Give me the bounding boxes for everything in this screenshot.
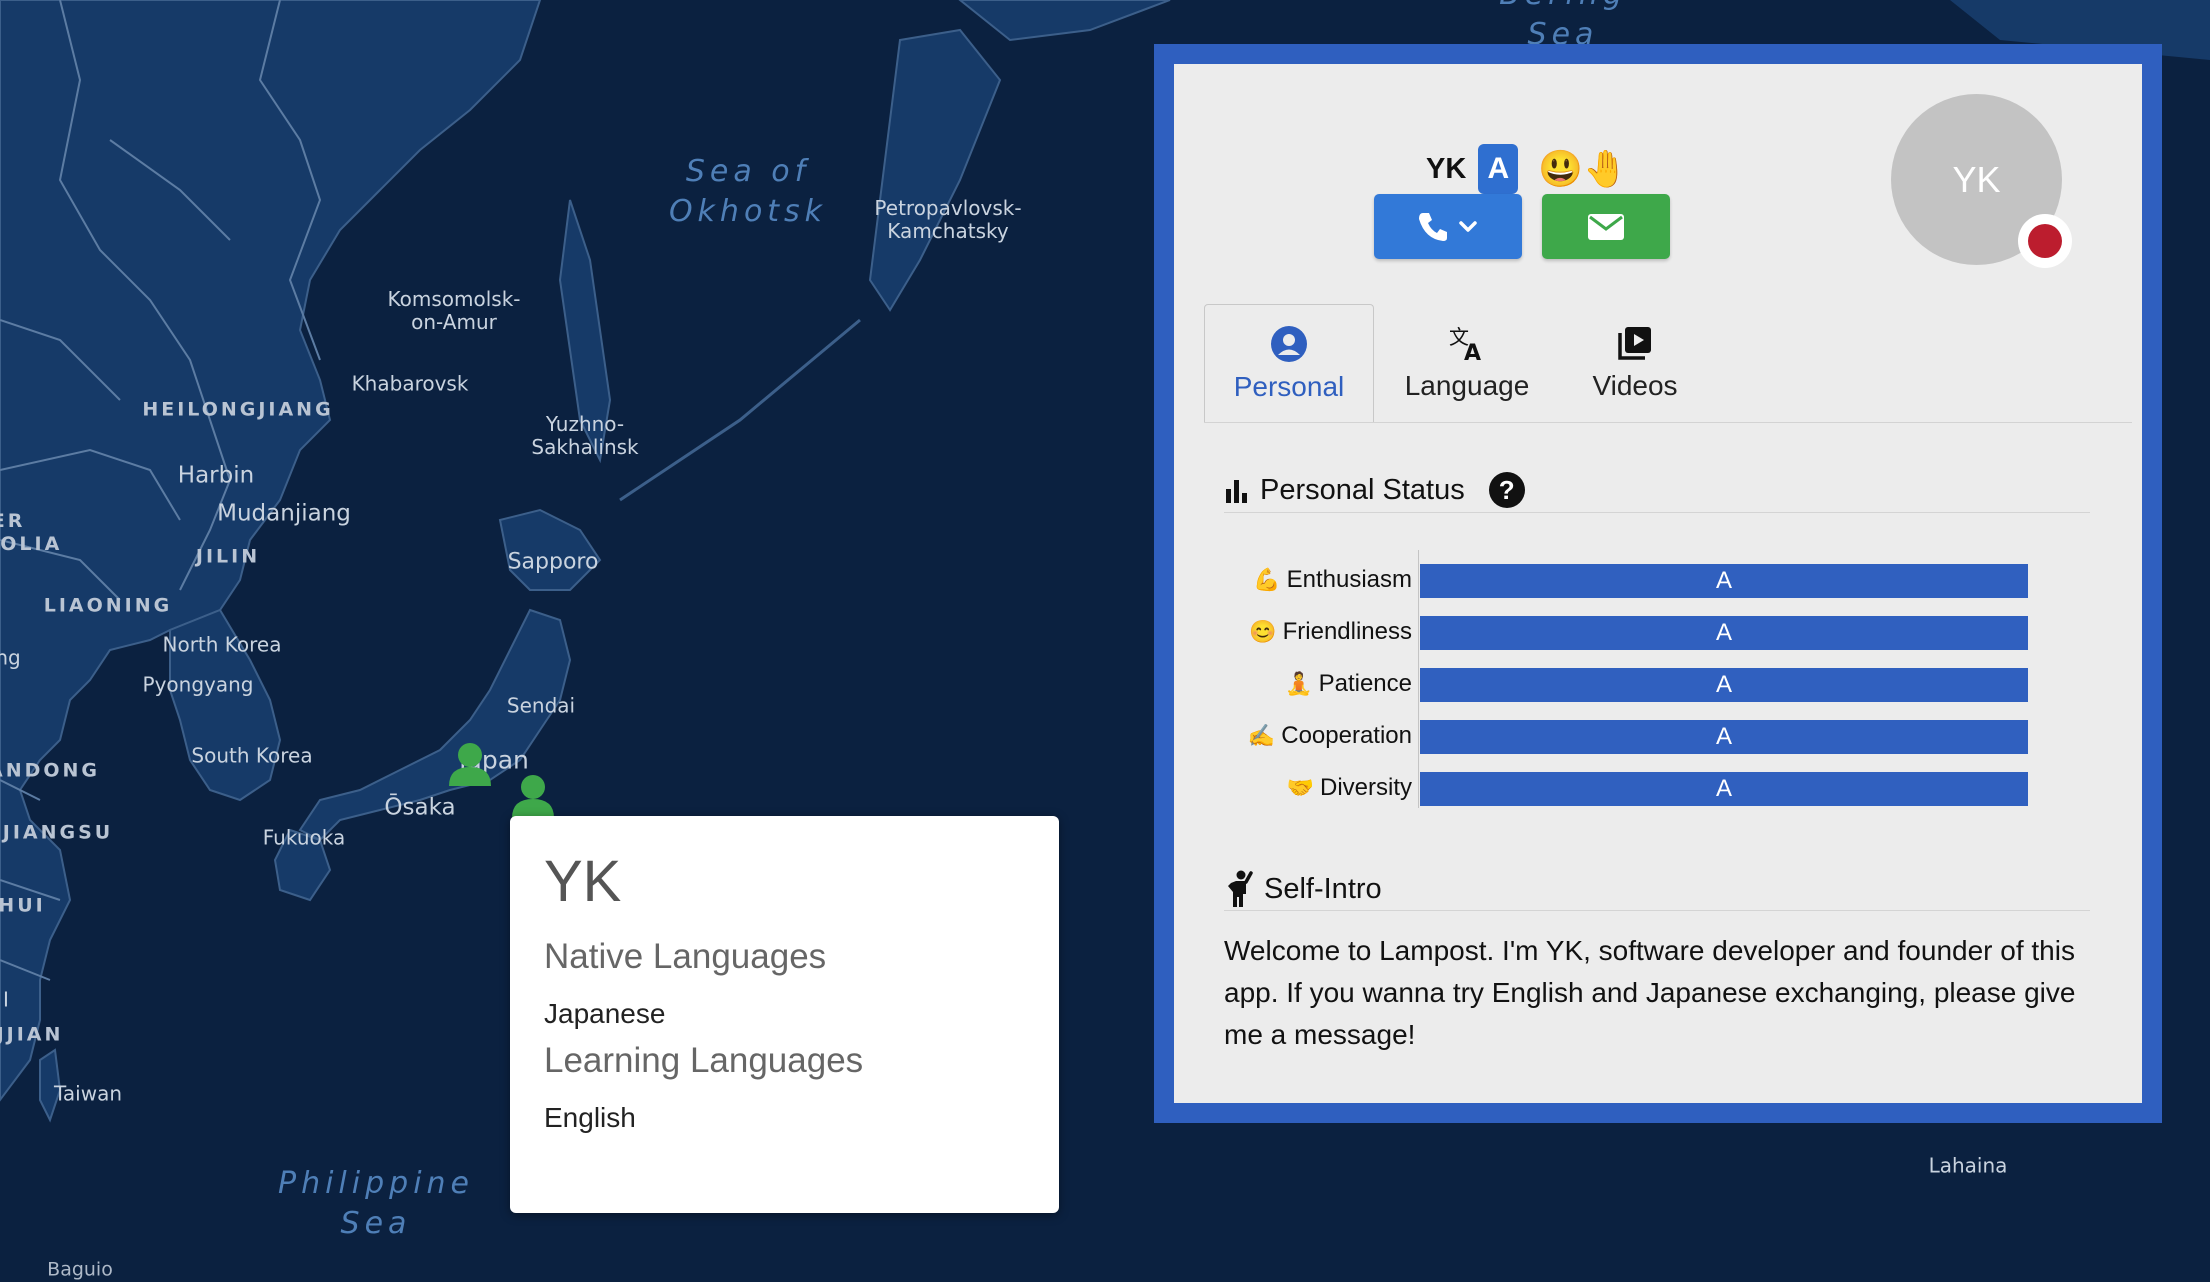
chevron-down-icon — [1459, 220, 1477, 232]
map-label-jilin: JILIN — [195, 545, 261, 568]
video-library-icon — [1618, 327, 1651, 360]
map-label-jiangsu: JIANGSU — [2, 821, 114, 844]
stat-label: 🤝 Diversity — [1286, 774, 1412, 801]
map-label-mudanjiang: Mudanjiang — [217, 500, 351, 527]
user-map-popup: YK Native Languages Japanese Learning La… — [510, 816, 1059, 1213]
tab-videos[interactable]: Videos — [1550, 304, 1720, 422]
map-label-sapporo: Sapporo — [507, 549, 599, 575]
stat-bar: A — [1420, 564, 2028, 598]
personal-status-heading: Personal Status ? — [1224, 472, 1525, 508]
map-label-osaka: Ōsaka — [384, 794, 456, 821]
stat-label: ✍️ Cooperation — [1247, 722, 1412, 749]
map-label-petropavlovsk: Petropavlovsk- Kamchatsky — [874, 196, 1022, 243]
person-circle-icon — [1271, 325, 1307, 362]
popup-native-heading: Native Languages — [544, 937, 827, 976]
envelope-icon — [1588, 213, 1624, 240]
profile-tabs: Personal 文 A Language Videos — [1204, 304, 2132, 423]
profile-panel-body: YK A 😃🤚 YK Personal 文 A Language Videos … — [1174, 64, 2142, 1103]
stat-row: 🧘 Patience A — [1174, 664, 2132, 704]
tab-label: Videos — [1592, 370, 1678, 401]
divider — [1224, 512, 2090, 513]
grade-badge: A — [1478, 144, 1519, 194]
tab-label: Personal — [1233, 370, 1345, 402]
stat-bar: A — [1420, 668, 2028, 702]
stat-row: 🤝 Diversity A — [1174, 768, 2132, 808]
user-marker-icon[interactable] — [447, 740, 493, 786]
map-label-ng: ng — [0, 645, 21, 670]
map-label-sendai: Sendai — [506, 693, 576, 718]
map-label-i: I — [3, 987, 9, 1012]
popup-username: YK — [544, 849, 622, 914]
self-intro-text: Welcome to Lampost. I'm YK, software dev… — [1224, 935, 2076, 1050]
stat-row: ✍️ Cooperation A — [1174, 716, 2132, 756]
map-label-baguio: Baguio — [47, 1258, 113, 1281]
map-label-harbin: Harbin — [177, 462, 255, 489]
profile-emojis: 😃🤚 — [1538, 148, 1628, 189]
profile-name-row: YK A 😃🤚 — [1426, 144, 1628, 194]
map-label-south-korea: South Korea — [191, 743, 313, 768]
stat-label: 😊 Friendliness — [1249, 618, 1412, 645]
stat-bar: A — [1420, 616, 2028, 650]
map-label-taiwan: Taiwan — [53, 1081, 123, 1106]
stat-row: 😊 Friendliness A — [1174, 612, 2132, 652]
map-label-fukuoka: Fukuoka — [262, 825, 346, 850]
map-label-khabarovsk: Khabarovsk — [351, 371, 469, 396]
map-label-komsomolsk: Komsomolsk- on-Amur — [387, 287, 521, 334]
map-label-philippine-sea: Philippine Sea — [277, 1166, 475, 1241]
bar-chart-icon — [1226, 480, 1247, 503]
profile-username: YK — [1426, 152, 1467, 185]
popup-native-value: Japanese — [544, 998, 666, 1029]
tab-language[interactable]: 文 A Language — [1382, 304, 1552, 422]
map-label-shandong: ANDONG — [0, 759, 101, 782]
self-intro-title: Self-Intro — [1264, 872, 1382, 905]
map-label-yuzhno-sakhalinsk: Yuzhno- Sakhalinsk — [531, 412, 639, 459]
map-label-pyongyang: Pyongyang — [142, 672, 254, 697]
phone-icon — [1419, 212, 1477, 241]
popup-learning-value: English — [544, 1102, 636, 1133]
map-label-heilongjiang: HEILONGJIANG — [142, 398, 334, 421]
map-label-sea-of-okhotsk: Sea of Okhotsk — [668, 154, 828, 229]
tab-label: Language — [1404, 370, 1530, 401]
map-label-liaoning: LIAONING — [43, 594, 173, 617]
popup-learning-heading: Learning Languages — [544, 1041, 864, 1080]
stat-bar: A — [1420, 772, 2028, 806]
stat-label: 💪 Enthusiasm — [1253, 566, 1412, 593]
stat-bar: A — [1420, 720, 2028, 754]
self-intro-heading: Self-Intro — [1224, 870, 1382, 908]
translate-icon: 文 A — [1449, 325, 1481, 362]
personal-status-title: Personal Status — [1260, 473, 1465, 506]
help-icon[interactable]: ? — [1488, 472, 1525, 508]
map-label-north-korea: North Korea — [162, 632, 282, 657]
map-label-fujian: JJIAN — [0, 1023, 64, 1046]
message-button[interactable] — [1542, 194, 1670, 259]
call-button[interactable] — [1374, 194, 1522, 259]
profile-panel: YK A 😃🤚 YK Personal 文 A Language Videos … — [1154, 44, 2162, 1123]
map-label-anhui: HUI — [0, 894, 46, 917]
user-marker-icon[interactable] — [510, 772, 556, 818]
divider — [1224, 910, 2090, 911]
map-label-lahaina: Lahaina — [1928, 1153, 2008, 1178]
person-waving-icon — [1228, 870, 1253, 907]
stat-row: 💪 Enthusiasm A — [1174, 560, 2132, 600]
tab-personal[interactable]: Personal — [1204, 304, 1374, 422]
map-label-inner-mongolia: IER GOLIA — [0, 510, 63, 555]
svg-text:A: A — [1464, 341, 1481, 362]
stat-label: 🧘 Patience — [1285, 670, 1412, 697]
japan-flag-icon — [2018, 214, 2072, 268]
